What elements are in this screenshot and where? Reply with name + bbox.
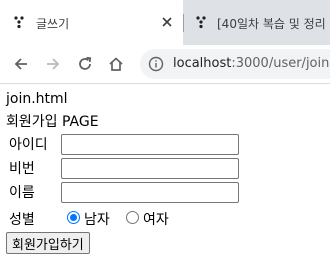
password-input[interactable] <box>61 158 239 179</box>
page-content: join.html 회원가입 PAGE 아이디 비번 이름 성별 남자 여자 회… <box>0 84 330 272</box>
site-info-icon[interactable] <box>148 56 164 72</box>
name-input[interactable] <box>61 182 239 203</box>
doc-name: join.html <box>6 91 68 107</box>
home-button[interactable] <box>104 52 128 76</box>
reload-button[interactable] <box>73 52 97 76</box>
tab-strip: 글쓰기 [40일차 복습 및 정리 <box>0 0 330 45</box>
url-path: :3000/user/join <box>231 56 330 71</box>
gender-female-radio[interactable] <box>126 211 139 224</box>
gender-label: 성별 <box>9 212 35 228</box>
tab-favicon-icon <box>14 16 24 29</box>
tab-active[interactable]: 글쓰기 <box>0 0 183 45</box>
page-title: 회원가입 PAGE <box>6 114 99 130</box>
url-host: localhost <box>173 56 232 71</box>
url-text: localhost:3000/user/join <box>173 56 329 71</box>
tab-inactive[interactable]: [40일차 복습 및 정리 <box>184 0 330 45</box>
password-label: 비번 <box>9 161 35 177</box>
forward-button[interactable] <box>41 52 65 76</box>
gender-male-label[interactable]: 남자 <box>84 209 110 229</box>
forward-arrow-icon <box>47 58 60 70</box>
tab-title: 글쓰기 <box>36 17 70 31</box>
id-input[interactable] <box>61 134 239 155</box>
join-submit-button[interactable]: 회원가입하기 <box>6 232 90 254</box>
home-icon <box>109 57 123 71</box>
address-bar[interactable]: localhost:3000/user/join <box>140 49 330 79</box>
reload-icon <box>79 56 92 70</box>
back-arrow-icon <box>14 58 27 70</box>
gender-female-label[interactable]: 여자 <box>143 209 169 229</box>
back-button[interactable] <box>9 52 33 76</box>
id-row: 아이디 <box>9 133 61 155</box>
name-row: 이름 <box>9 181 61 203</box>
browser-toolbar: localhost:3000/user/join <box>0 45 330 83</box>
tab-title: [40일차 복습 및 정리 <box>217 17 326 31</box>
tab-close-icon[interactable] <box>161 16 173 28</box>
tab-favicon-icon <box>196 16 206 29</box>
name-label: 이름 <box>9 185 35 201</box>
gender-male-radio[interactable] <box>67 211 80 224</box>
password-row: 비번 <box>9 157 61 179</box>
id-label: 아이디 <box>9 137 48 153</box>
